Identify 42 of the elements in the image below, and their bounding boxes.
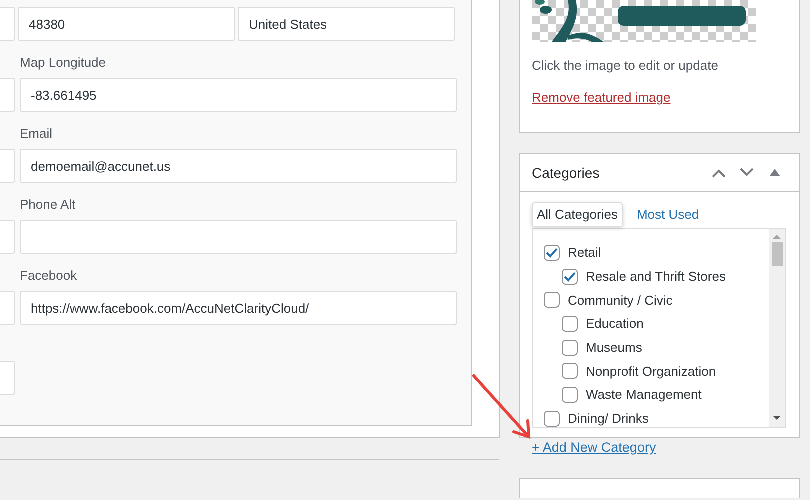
category-label: Retail bbox=[568, 245, 602, 260]
input-field[interactable]: United States bbox=[238, 7, 455, 41]
input-field[interactable]: https://www.facebook.com/AccuNetClarityCloud/ bbox=[20, 291, 457, 325]
category-label: Waste Management bbox=[586, 387, 702, 402]
scroll-up-icon[interactable] bbox=[773, 234, 781, 240]
category-label: Dining/ Drinks bbox=[568, 411, 649, 426]
checkbox[interactable] bbox=[562, 316, 578, 332]
category-label: Education bbox=[586, 316, 644, 332]
checkbox[interactable] bbox=[562, 363, 578, 380]
input-field[interactable] bbox=[0, 291, 15, 325]
add-category-link[interactable]: + Add New Category bbox=[532, 440, 656, 455]
input-field[interactable]: -83.661495 bbox=[20, 78, 457, 112]
input-field[interactable] bbox=[0, 78, 15, 112]
category-label: Nonprofit Organization bbox=[586, 364, 716, 379]
checkbox[interactable] bbox=[562, 340, 578, 356]
input-field[interactable] bbox=[0, 361, 15, 395]
category-tab[interactable]: Most Used bbox=[632, 202, 704, 226]
input-field[interactable]: demoemail@accunet.us bbox=[20, 149, 457, 183]
field-label: Email bbox=[20, 126, 54, 143]
category-label: Resale and Thrift Stores bbox=[586, 269, 726, 284]
image-hint: Click the image to edit or update bbox=[532, 58, 718, 73]
input-field[interactable] bbox=[0, 149, 15, 183]
field-label: Phone Alt bbox=[20, 197, 77, 214]
input-field[interactable] bbox=[20, 220, 457, 254]
category-label: Museums bbox=[586, 340, 642, 356]
category-tab[interactable]: All Categories bbox=[532, 202, 623, 226]
panel-title: Categories bbox=[532, 164, 601, 180]
remove-image-link[interactable]: Remove featured image bbox=[532, 90, 671, 105]
checkbox[interactable] bbox=[544, 410, 560, 427]
input-field[interactable]: 48380 bbox=[18, 7, 235, 41]
category-label: Community / Civic bbox=[568, 292, 673, 308]
checkbox[interactable] bbox=[562, 268, 578, 285]
input-field[interactable] bbox=[0, 7, 15, 41]
checkbox[interactable] bbox=[544, 292, 560, 308]
scroll-down-icon[interactable] bbox=[773, 415, 781, 421]
scroll-thumb[interactable] bbox=[772, 242, 782, 266]
checkbox[interactable] bbox=[544, 244, 560, 261]
scrollbar[interactable] bbox=[769, 229, 785, 427]
field-label: Facebook bbox=[20, 268, 78, 285]
input-field[interactable] bbox=[0, 220, 15, 254]
field-label: Map Longitude bbox=[20, 55, 108, 72]
checkbox[interactable] bbox=[562, 386, 578, 403]
